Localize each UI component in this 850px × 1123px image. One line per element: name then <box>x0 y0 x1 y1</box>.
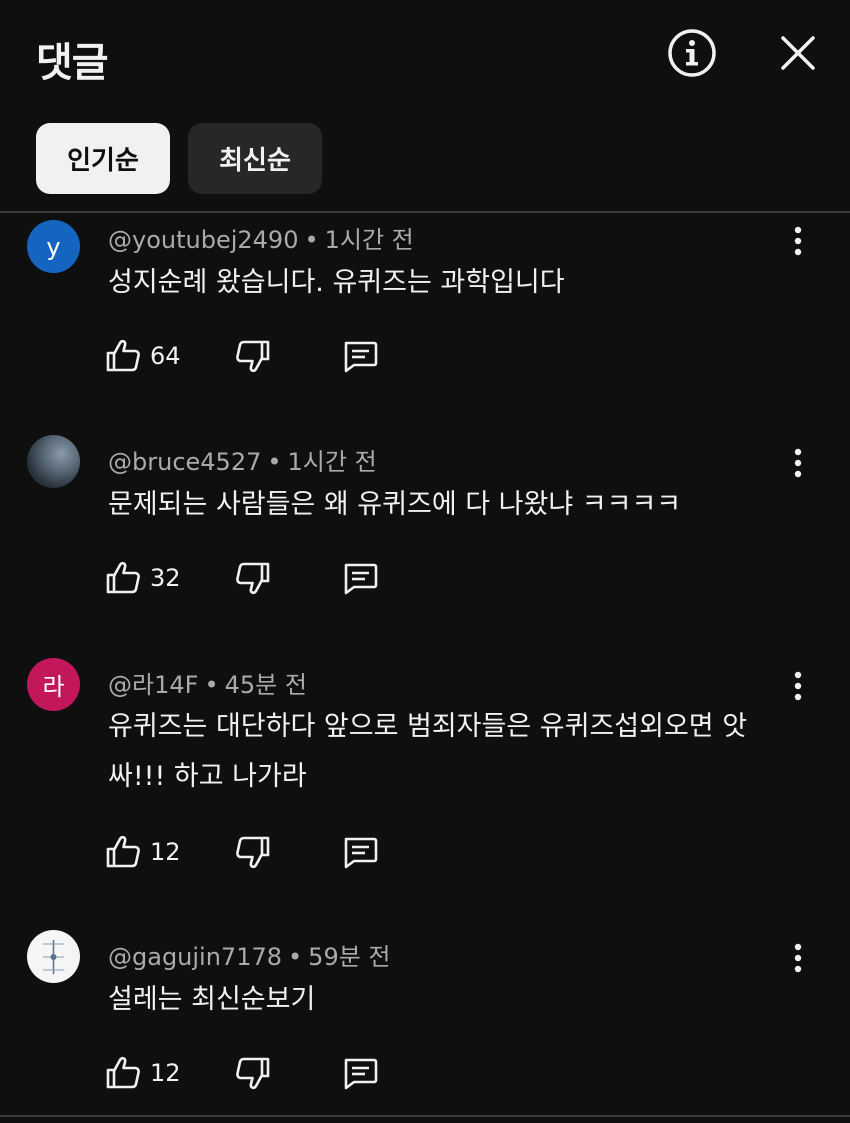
dislike-button[interactable] <box>234 1054 272 1092</box>
comment-actions: 32 <box>104 556 380 600</box>
thumbs-down-icon <box>236 340 270 373</box>
comment-text: 유퀴즈는 대단하다 앞으로 범죄자들은 유퀴즈섭외오면 앗싸!!! 하고 나가라 <box>108 711 748 792</box>
avatar-letter: y <box>46 232 61 261</box>
reply-comment-icon <box>344 563 378 595</box>
more-options-button[interactable] <box>780 936 816 980</box>
reply-button[interactable] <box>340 1054 380 1092</box>
more-options-button[interactable] <box>780 219 816 263</box>
sort-chip-popular[interactable]: 인기순 <box>36 123 170 194</box>
sort-chips: 인기순 최신순 <box>36 123 322 194</box>
reply-button[interactable] <box>340 337 380 375</box>
thumbs-down-icon <box>236 1057 270 1090</box>
like-button[interactable]: 64 <box>104 337 194 375</box>
avatar-letter: 라 <box>42 673 65 701</box>
comment-meta: @gagujin7178 • 59분 전 <box>108 943 391 971</box>
thumbs-up-icon <box>106 835 140 868</box>
comment-actions: 12 <box>104 830 380 874</box>
bottom-divider <box>0 1115 850 1117</box>
more-vert-icon <box>794 448 802 478</box>
comment-author[interactable]: @라14F <box>108 671 198 699</box>
comment-time: 1시간 전 <box>287 448 377 476</box>
comment-actions: 12 <box>104 1051 380 1095</box>
like-button[interactable]: 12 <box>104 1054 194 1092</box>
dislike-button[interactable] <box>234 559 272 597</box>
dislike-button[interactable] <box>234 833 272 871</box>
avatar[interactable] <box>27 930 80 983</box>
comment-meta: @bruce4527 • 1시간 전 <box>108 448 377 476</box>
like-count: 32 <box>150 564 181 592</box>
comment-meta: @youtubej2490 • 1시간 전 <box>108 226 414 254</box>
more-vert-icon <box>794 671 802 701</box>
close-icon <box>781 36 815 70</box>
avatar[interactable]: y <box>27 220 80 273</box>
more-options-button[interactable] <box>780 664 816 708</box>
sort-chip-newest[interactable]: 최신순 <box>188 123 322 194</box>
comment-actions: 64 <box>104 334 380 378</box>
comments-header: 댓글 <box>0 0 850 110</box>
comment-author[interactable]: @youtubej2490 <box>108 226 298 254</box>
more-vert-icon <box>794 226 802 256</box>
page-title: 댓글 <box>36 40 109 86</box>
like-count: 64 <box>150 342 181 370</box>
close-button[interactable] <box>772 27 824 79</box>
like-button[interactable]: 12 <box>104 833 194 871</box>
comment-author[interactable]: @bruce4527 <box>108 448 261 476</box>
comment-text: 설레는 최신순보기 <box>108 984 316 1015</box>
info-button[interactable] <box>666 27 718 79</box>
dislike-button[interactable] <box>234 337 272 375</box>
thumbs-up-icon <box>106 339 140 372</box>
reply-button[interactable] <box>340 559 380 597</box>
comment-meta: @라14F • 45분 전 <box>108 671 307 699</box>
like-button[interactable]: 32 <box>104 559 194 597</box>
like-count: 12 <box>150 1059 181 1087</box>
comment-time: 59분 전 <box>308 943 391 971</box>
comment-time: 1시간 전 <box>324 226 414 254</box>
avatar[interactable]: 라 <box>27 658 80 711</box>
comment-text: 성지순례 왔습니다. 유퀴즈는 과학입니다 <box>108 267 565 298</box>
reply-comment-icon <box>344 1058 378 1090</box>
info-icon <box>668 29 716 77</box>
more-options-button[interactable] <box>780 441 816 485</box>
comment-author[interactable]: @gagujin7178 <box>108 943 282 971</box>
comment-time: 45분 전 <box>224 671 307 699</box>
header-divider <box>0 211 850 213</box>
like-count: 12 <box>150 838 181 866</box>
thumbs-up-icon <box>106 1056 140 1089</box>
thumbs-down-icon <box>236 836 270 869</box>
reply-comment-icon <box>344 837 378 869</box>
more-vert-icon <box>794 943 802 973</box>
avatar[interactable] <box>27 435 80 488</box>
reply-comment-icon <box>344 341 378 373</box>
thumbs-up-icon <box>106 561 140 594</box>
reply-button[interactable] <box>340 833 380 871</box>
avatar-logo-icon <box>43 940 64 974</box>
thumbs-down-icon <box>236 562 270 595</box>
comment-text: 문제되는 사람들은 왜 유퀴즈에 다 나왔냐 ㅋㅋㅋㅋ <box>108 489 682 520</box>
